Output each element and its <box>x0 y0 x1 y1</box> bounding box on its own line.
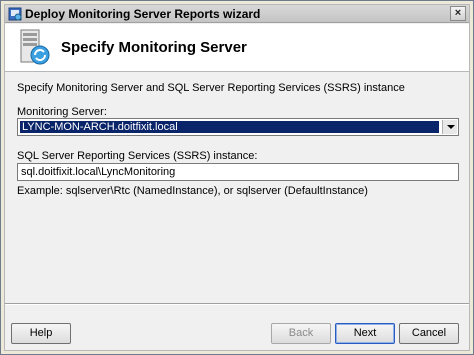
monitoring-server-label: Monitoring Server: <box>17 106 107 118</box>
help-button[interactable]: Help <box>11 323 71 344</box>
wizard-app-icon <box>8 7 22 21</box>
window-title: Deploy Monitoring Server Reports wizard <box>25 7 261 21</box>
chevron-down-icon[interactable] <box>442 120 457 134</box>
monitoring-server-select[interactable]: LYNC-MON-ARCH.doitfixit.local <box>17 118 459 136</box>
ssrs-instance-input[interactable] <box>17 163 459 181</box>
intro-text: Specify Monitoring Server and SQL Server… <box>17 82 405 94</box>
close-button[interactable]: × <box>450 6 466 21</box>
monitoring-server-value: LYNC-MON-ARCH.doitfixit.local <box>20 121 439 133</box>
server-deploy-icon <box>20 29 50 65</box>
example-text: Example: sqlserver\Rtc (NamedInstance), … <box>17 185 368 197</box>
page-title: Specify Monitoring Server <box>61 39 247 56</box>
wizard-window: Deploy Monitoring Server Reports wizard … <box>0 0 474 355</box>
back-button[interactable]: Back <box>271 323 331 344</box>
wizard-header: Specify Monitoring Server <box>5 24 469 72</box>
cancel-button[interactable]: Cancel <box>399 323 459 344</box>
ssrs-instance-label: SQL Server Reporting Services (SSRS) ins… <box>17 150 258 162</box>
footer-divider <box>5 303 469 305</box>
title-bar[interactable]: Deploy Monitoring Server Reports wizard … <box>5 5 469 23</box>
next-button[interactable]: Next <box>335 323 395 344</box>
wizard-body: Deploy Monitoring Server Reports wizard … <box>4 4 470 351</box>
